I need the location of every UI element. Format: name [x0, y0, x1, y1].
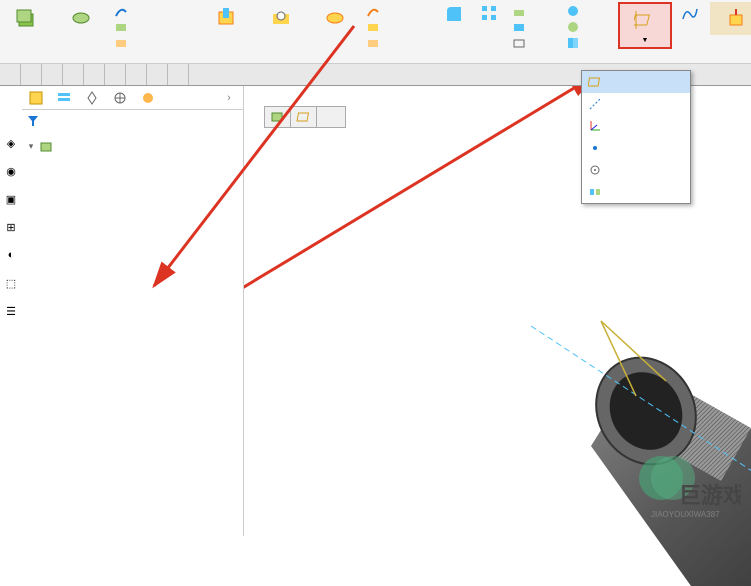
tab-dimxpert[interactable] — [126, 64, 147, 85]
dropdown-mate[interactable] — [582, 181, 690, 203]
tree-config-icon[interactable] — [82, 88, 102, 108]
strip-icon-5[interactable]: ◐ — [2, 246, 20, 264]
tree-display-icon[interactable] — [138, 88, 158, 108]
point-icon — [588, 141, 602, 155]
cut-extrude-icon — [213, 4, 241, 32]
pattern-icon — [480, 4, 500, 24]
tab-sw-mbd[interactable] — [168, 64, 189, 85]
tree-toolbar: › — [22, 86, 243, 110]
watermark: 巨游戏 JIAOYOUXIWA387 — [621, 453, 741, 526]
strip-icon-6[interactable]: ⬚ — [2, 274, 20, 292]
reference-geometry-dropdown — [581, 70, 691, 204]
tab-feature[interactable] — [0, 64, 21, 85]
tree-root[interactable]: ▾ — [22, 137, 243, 155]
tab-sketch[interactable] — [21, 64, 42, 85]
tree-dim-icon[interactable] — [110, 88, 130, 108]
tree-featuremanager-icon[interactable] — [26, 88, 46, 108]
breadcrumb-plane-icon[interactable] — [291, 107, 317, 127]
feature-tree: ▾ — [22, 135, 243, 536]
cut-extrude-button[interactable] — [200, 2, 254, 36]
revolve-boss-button[interactable] — [54, 2, 108, 36]
tab-surface[interactable] — [42, 64, 63, 85]
mate-icon — [588, 185, 602, 199]
cut-revolve-button[interactable] — [308, 2, 362, 36]
tab-sw-addins[interactable] — [147, 64, 168, 85]
tree-property-icon[interactable] — [54, 88, 74, 108]
instant3d-icon — [723, 4, 751, 32]
tree-collapse-icon[interactable]: › — [219, 88, 239, 108]
breadcrumb-part-icon[interactable] — [265, 107, 291, 127]
cut-revolve-icon — [321, 4, 349, 32]
strip-icon-7[interactable]: ☰ — [2, 302, 20, 320]
tree-filter-icon[interactable] — [22, 110, 243, 135]
cut-sweep-button[interactable] — [362, 2, 434, 52]
strip-icon-1[interactable]: ◈ — [2, 134, 20, 152]
reference-icon — [631, 6, 659, 34]
dropdown-plane[interactable] — [582, 71, 690, 93]
dropdown-point[interactable] — [582, 137, 690, 159]
strip-icon-3[interactable]: ▣ — [2, 190, 20, 208]
dropdown-centroid[interactable] — [582, 159, 690, 181]
tab-mold[interactable] — [84, 64, 105, 85]
part-icon — [38, 138, 54, 154]
hole-wizard-button[interactable] — [254, 2, 308, 36]
rib-group-button[interactable] — [508, 2, 562, 52]
fillet-button[interactable] — [436, 2, 472, 27]
tab-sheetmetal[interactable] — [63, 64, 84, 85]
tab-evaluate[interactable] — [105, 64, 126, 85]
linear-pattern-button[interactable] — [472, 2, 508, 28]
axis-icon — [588, 97, 602, 111]
revolve-icon — [67, 4, 95, 32]
sweep-boss-button[interactable] — [108, 2, 198, 52]
wrap-group-button[interactable] — [562, 2, 616, 52]
left-icon-strip: ◈ ◉ ▣ ⊞ ◐ ⬚ ☰ — [0, 130, 22, 324]
curve-icon — [680, 4, 700, 24]
hole-icon — [267, 4, 295, 32]
3d-model-view — [471, 306, 751, 586]
centroid-icon — [588, 163, 602, 177]
feature-tree-panel: › ▾ — [22, 86, 244, 536]
strip-icon-4[interactable]: ⊞ — [2, 218, 20, 236]
reference-geometry-button[interactable]: ▼ — [618, 2, 672, 49]
breadcrumb-bar — [264, 106, 346, 128]
instant3d-button[interactable] — [710, 2, 751, 35]
ribbon-toolbar: ▼ — [0, 0, 751, 64]
plane-icon — [588, 75, 602, 89]
svg-text:JIAOYOUXIWA387: JIAOYOUXIWA387 — [651, 510, 720, 519]
fillet-icon — [444, 4, 464, 24]
dropdown-coord[interactable] — [582, 115, 690, 137]
coord-icon — [588, 119, 602, 133]
extrude-icon — [13, 4, 41, 32]
svg-text:巨游戏: 巨游戏 — [679, 483, 741, 508]
curves-button[interactable] — [672, 2, 708, 27]
strip-icon-2[interactable]: ◉ — [2, 162, 20, 180]
extrude-boss-button[interactable] — [0, 2, 54, 36]
dropdown-axis[interactable] — [582, 93, 690, 115]
